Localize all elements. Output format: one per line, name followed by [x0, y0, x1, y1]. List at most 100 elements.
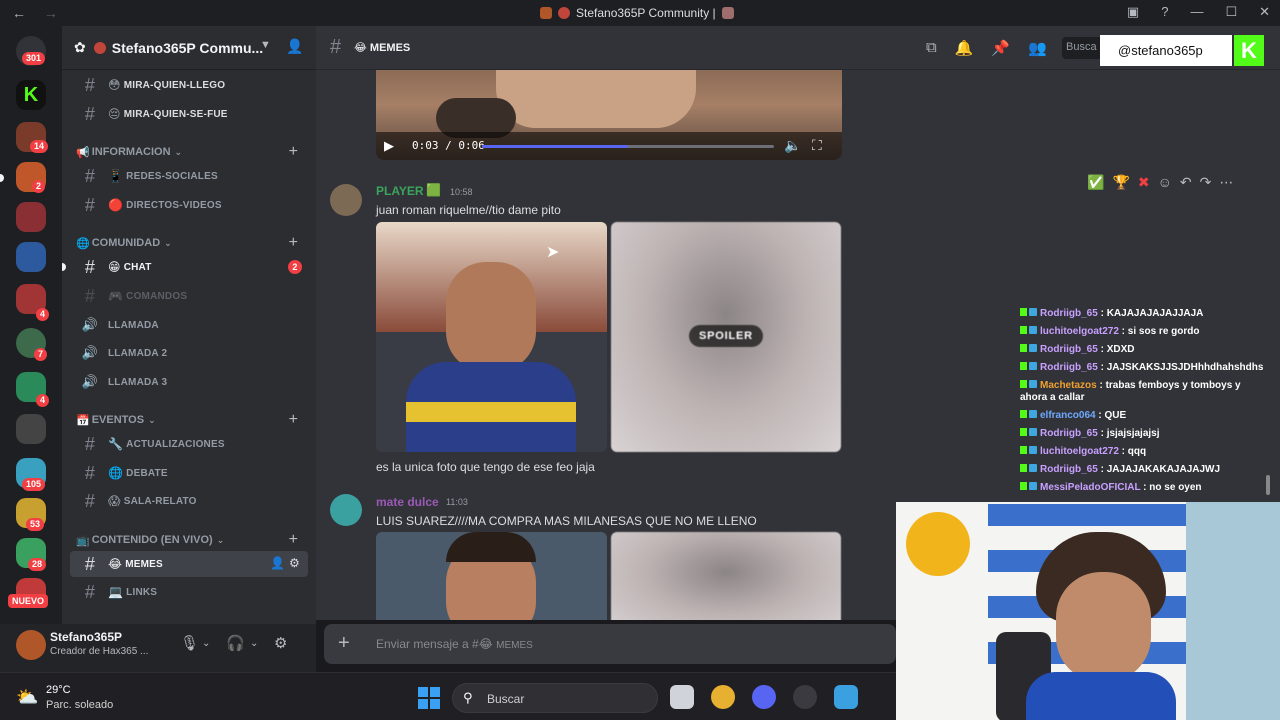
trophy-reaction-icon[interactable]: 🏆 [1112, 174, 1129, 191]
category-eventos[interactable]: 📅 EVENTOS ⌄ + [76, 411, 306, 429]
category-informacion[interactable]: 📢 INFORMACION ⌄ + [76, 143, 306, 161]
taskbar-search-label: Buscar [487, 692, 525, 706]
speaker-icon: 🔊 [81, 374, 99, 389]
server-kick[interactable]: K [16, 80, 46, 110]
minimize-button[interactable]: — [1190, 4, 1203, 20]
add-channel-icon[interactable]: + [289, 531, 298, 549]
chevron-down-icon[interactable]: ⌄ [202, 638, 210, 649]
channel-label: MIRA-QUIEN-SE-FUE [123, 108, 228, 120]
spoiler-image[interactable] [611, 532, 841, 620]
video-attachment[interactable]: ▶ 0:03 / 0:06 🔈 ⛶ [376, 70, 842, 160]
forward-icon[interactable]: ↷ [1200, 174, 1212, 191]
threads-icon[interactable]: ⧉ [926, 39, 937, 57]
hash-icon: # [84, 194, 96, 215]
channel-actualizaciones[interactable]: # 🔧 ACTUALIZACIONES [70, 431, 308, 457]
image-attachment-suarez[interactable] [376, 532, 607, 620]
webcam-feed [896, 502, 1280, 720]
help-icon[interactable]: ? [1161, 4, 1168, 20]
channel-mira-quien-se-fue[interactable]: # 😔 MIRA-QUIEN-SE-FUE [70, 101, 308, 127]
badge-icon [1029, 482, 1037, 490]
emoji-icon [721, 7, 734, 19]
check-reaction-icon[interactable]: ✅ [1087, 174, 1104, 191]
category-contenido[interactable]: 📺 CONTENIDO (EN VIVO) ⌄ + [76, 531, 306, 549]
windows-start-icon[interactable] [418, 687, 440, 709]
author-avatar[interactable] [330, 184, 362, 216]
inbox-icon[interactable]: ▣ [1127, 4, 1139, 20]
message-author[interactable]: PLAYER [376, 184, 424, 198]
more-icon[interactable]: ⋯ [1219, 174, 1233, 191]
add-channel-icon[interactable]: + [289, 234, 298, 252]
chat-separator: : [1097, 344, 1107, 355]
chevron-down-icon[interactable]: ⌄ [250, 638, 258, 649]
image-attachment-riquelme[interactable] [376, 222, 607, 452]
channel-links[interactable]: # 💻 LINKS [70, 579, 308, 605]
obs-icon[interactable] [793, 685, 817, 709]
channel-comandos[interactable]: # 🎮 COMANDOS [70, 283, 308, 309]
channel-debate[interactable]: # 🌐 DEBATE [70, 460, 308, 486]
chat-user: Rodriigb_65 [1040, 464, 1098, 475]
video-progress[interactable] [482, 145, 774, 148]
taskbar-search[interactable]: ⚲ Buscar [452, 683, 658, 713]
add-member-icon[interactable]: 👤 [286, 38, 303, 55]
discord-icon[interactable] [752, 685, 776, 709]
voice-llamada-2[interactable]: 🔊 LLAMADA 2 [70, 340, 308, 366]
maximize-button[interactable]: ☐ [1225, 4, 1237, 20]
pin-icon[interactable]: 📌 [991, 39, 1010, 57]
channel-label: DEBATE [126, 467, 168, 479]
bell-icon[interactable]: 🔔 [955, 39, 974, 57]
settings-gear-icon[interactable]: ⚙ [274, 634, 287, 652]
chat-text: QUE [1104, 410, 1127, 421]
server-4[interactable] [16, 202, 46, 232]
author-avatar[interactable] [330, 494, 362, 526]
spoiler-image[interactable]: SPOILER [611, 222, 841, 452]
channel-sala-relato[interactable]: # 😱 SALA-RELATO [70, 488, 308, 514]
volume-icon[interactable]: 🔈 [784, 137, 801, 154]
app-icon[interactable] [834, 685, 858, 709]
close-button[interactable]: ✕ [1259, 4, 1270, 20]
play-icon[interactable]: ▶ [384, 138, 394, 154]
add-reaction-icon[interactable]: ☺ [1158, 174, 1172, 190]
chrome-icon[interactable] [711, 685, 735, 709]
back-icon[interactable]: ← [12, 5, 26, 21]
channel-directos-videos[interactable]: # 🔴 DIRECTOS-VIDEOS [70, 192, 308, 218]
chat-separator: : [1097, 464, 1107, 475]
x-reaction-icon[interactable]: ✖ [1138, 174, 1150, 191]
channel-title-text: MEMES [369, 42, 411, 54]
chat-user: MessiPeladoOFICIAL [1040, 482, 1141, 493]
server-header[interactable]: ✿ Stefano365P Commu... ▼ 👤 [62, 26, 316, 70]
add-channel-icon[interactable]: + [289, 411, 298, 429]
headphones-icon[interactable]: 🎧 [226, 634, 245, 652]
microphone-icon[interactable]: 🎙 [180, 634, 199, 652]
channel-redes-sociales[interactable]: # 📱 REDES-SOCIALES [70, 163, 308, 189]
category-comunidad[interactable]: 🌐 COMUNIDAD ⌄ + [76, 234, 306, 252]
attach-icon[interactable]: + [338, 632, 350, 655]
channel-memes[interactable]: # 😂 MEMES 👤 ⚙ [70, 551, 308, 577]
fullscreen-icon[interactable]: ⛶ [812, 137, 822, 154]
invite-icon[interactable]: 👤 [270, 556, 285, 570]
server-boost-icon: ✿ [74, 39, 86, 55]
stream-chat-line: Machetazos : trabas femboys y tomboys y … [1020, 380, 1270, 404]
mention-badge: 2 [288, 260, 302, 274]
reply-icon[interactable]: ↶ [1180, 174, 1192, 191]
user-name[interactable]: Stefano365P [50, 630, 122, 644]
chevron-down-icon: ⌄ [148, 414, 156, 425]
server-9[interactable] [16, 414, 46, 444]
message-composer[interactable]: + Enviar mensaje a #😂 MEMES [324, 624, 896, 664]
server-5[interactable] [16, 242, 46, 272]
forward-icon[interactable]: → [44, 5, 58, 21]
voice-llamada[interactable]: 🔊 LLAMADA [70, 312, 308, 338]
window-title: Stefano365P Community | [540, 6, 734, 20]
channel-mira-quien-llego[interactable]: # 😳 MIRA-QUIEN-LLEGO [70, 72, 308, 98]
channel-sidebar: ✿ Stefano365P Commu... ▼ 👤 # 😳 MIRA-QUIEN-… [62, 26, 316, 624]
members-icon[interactable]: 👥 [1028, 39, 1047, 57]
channel-chat[interactable]: # 😁 CHAT 2 [62, 254, 308, 280]
voice-llamada-3[interactable]: 🔊 LLAMADA 3 [70, 369, 308, 395]
weather-condition: Parc. soleado [46, 699, 114, 711]
user-avatar[interactable] [16, 630, 46, 660]
file-explorer-icon[interactable] [670, 685, 694, 709]
badge-icon [1029, 410, 1037, 418]
gear-icon[interactable]: ⚙ [289, 556, 300, 570]
search-input[interactable]: Busca [1062, 37, 1102, 59]
add-channel-icon[interactable]: + [289, 143, 298, 161]
message-author[interactable]: mate dulce [376, 495, 439, 509]
